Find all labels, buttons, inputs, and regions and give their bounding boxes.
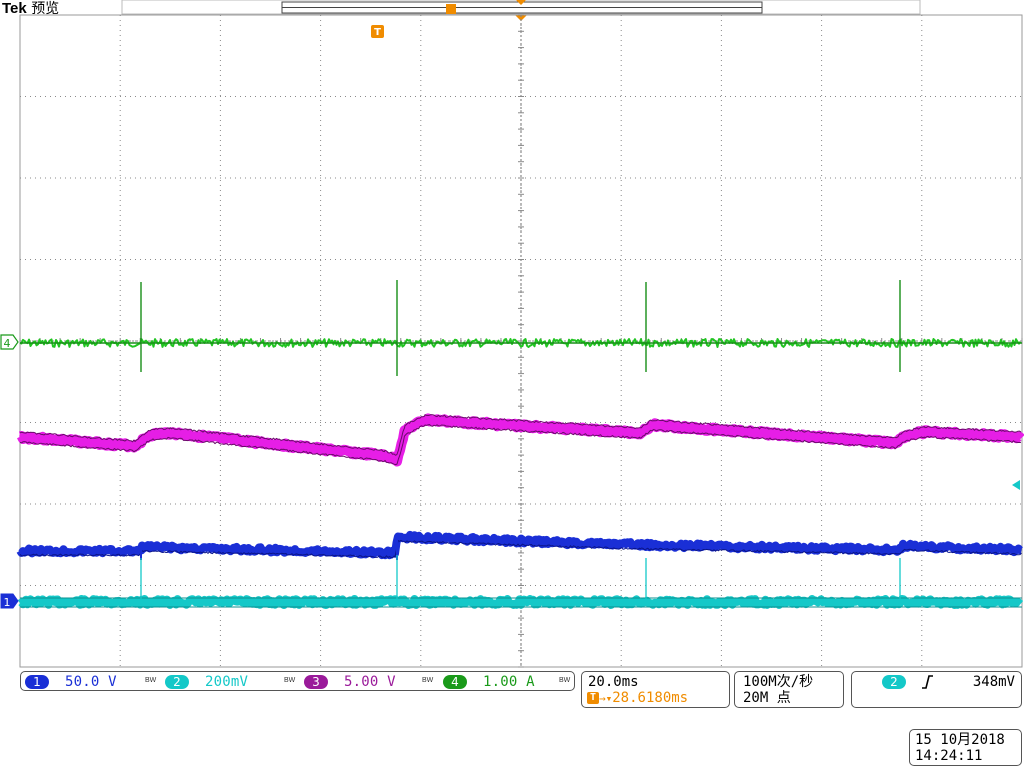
ch3-badge: 3: [304, 675, 328, 689]
tek-mode-label: Tek 预览: [2, 0, 59, 18]
ch1-bw-limit-icon: BW: [145, 677, 157, 684]
ch1-ground-marker[interactable]: 1: [0, 593, 19, 609]
sample-rate: 100M次/秒: [743, 674, 814, 690]
trigger-t-icon: T: [587, 692, 599, 704]
trigger-level: 348mV: [972, 674, 1015, 690]
ch4-ground-marker-label: 4: [4, 337, 11, 350]
ch2-bw-limit-icon: BW: [284, 677, 296, 684]
rising-edge-icon: [922, 675, 933, 689]
brand-label: Tek: [2, 0, 27, 17]
ch1-readout[interactable]: 1 50.0 V: [25, 674, 117, 690]
ch2-trace-band: [17, 595, 1024, 609]
ch2-scale: 200mV: [205, 674, 249, 690]
trigger-position-readout: T →▾28.6180ms: [587, 690, 688, 707]
ch1-badge: 1: [25, 675, 49, 689]
ch4-bw-limit-icon: BW: [559, 677, 571, 684]
ch4-scale: 1.00 A: [483, 674, 535, 690]
mode-label: 预览: [31, 1, 60, 17]
trigger-source-badge: 2: [882, 675, 906, 689]
acquisition-readout[interactable]: 100M次/秒 20M 点: [734, 671, 844, 708]
trigger-position-marker-label: T: [374, 27, 381, 38]
oscilloscope-screen: T 4 1: [0, 0, 1024, 668]
ch4-badge: 4: [443, 675, 467, 689]
ch3-readout[interactable]: 3 5.00 V: [304, 674, 396, 690]
trigger-position-marker[interactable]: T: [371, 25, 384, 38]
timebase-readout[interactable]: 20.0ms T →▾28.6180ms: [581, 671, 730, 708]
ch2-readout[interactable]: 2 200mV: [165, 674, 248, 690]
datetime-readout: 15 10月2018 14:24:11: [909, 729, 1022, 766]
arrow-right-down-icon: →▾: [599, 692, 613, 705]
ch3-scale: 5.00 V: [344, 674, 396, 690]
ch1-scale: 50.0 V: [65, 674, 117, 690]
trigger-readout[interactable]: 2 348mV: [851, 671, 1022, 708]
trigger-position-value: 28.6180ms: [612, 690, 689, 706]
trigger-level-marker-icon[interactable]: [1012, 480, 1020, 490]
ch3-bw-limit-icon: BW: [422, 677, 434, 684]
ch4-ground-marker[interactable]: 4: [0, 334, 19, 350]
ch2-badge: 2: [165, 675, 189, 689]
time-label: 14:24:11: [915, 748, 983, 764]
record-length: 20M 点: [743, 690, 791, 706]
time-per-div: 20.0ms: [588, 674, 639, 690]
date-label: 15 10月2018: [915, 732, 1005, 748]
ch1-ground-marker-label: 1: [4, 596, 11, 609]
ch4-readout[interactable]: 4 1.00 A: [443, 674, 535, 690]
record-trigger-marker-icon: [446, 4, 456, 14]
channel-settings-bar[interactable]: 1 50.0 V BW 2 200mV BW 3 5.00 V BW 4 1.00 A …: [20, 671, 575, 691]
